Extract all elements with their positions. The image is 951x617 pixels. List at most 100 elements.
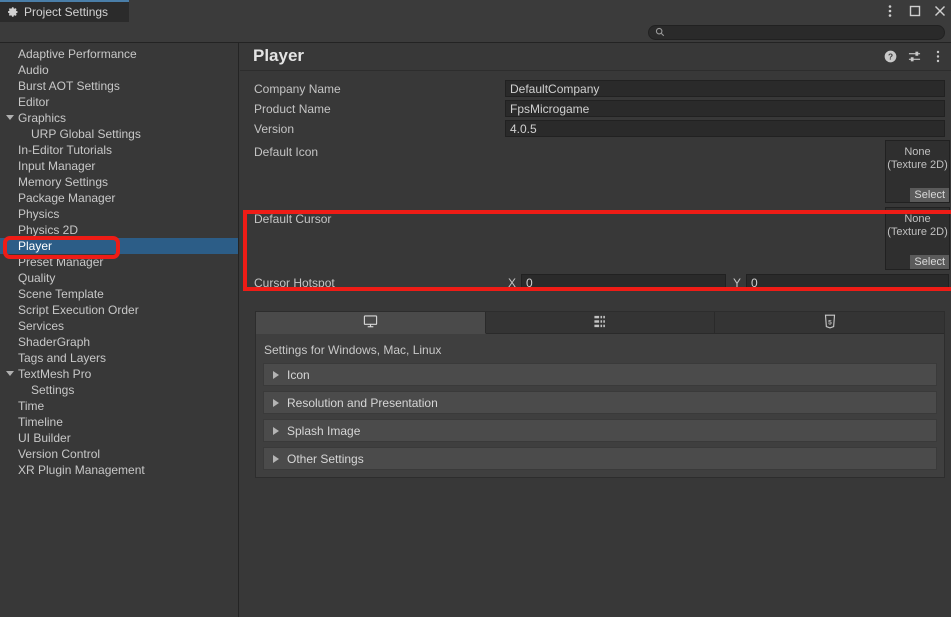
sidebar-item-physics-2d[interactable]: Physics 2D [0, 222, 238, 238]
sidebar-item-version-control[interactable]: Version Control [0, 446, 238, 462]
sidebar-item-label: TextMesh Pro [18, 367, 91, 381]
foldout-resolution-and-presentation[interactable]: Resolution and Presentation [263, 391, 937, 414]
sidebar-item-label: Graphics [18, 111, 66, 125]
sidebar-item-label: Physics 2D [18, 223, 78, 237]
kebab-menu-icon[interactable] [883, 4, 897, 18]
gear-icon [7, 6, 19, 18]
default-cursor-select-button[interactable]: Select [910, 255, 949, 269]
default-cursor-object-field[interactable]: None(Texture 2D)Select [885, 207, 950, 270]
product-name-row: Product Name [240, 99, 951, 119]
platform-tab-strip[interactable]: 5 [256, 312, 944, 334]
sidebar-item-memory-settings[interactable]: Memory Settings [0, 174, 238, 190]
chevron-right-icon[interactable] [273, 427, 279, 435]
sidebar-item-label: XR Plugin Management [18, 463, 145, 477]
foldout-other-settings[interactable]: Other Settings [263, 447, 937, 470]
search-input[interactable] [669, 27, 919, 39]
sidebar-item-input-manager[interactable]: Input Manager [0, 158, 238, 174]
sidebar-item-quality[interactable]: Quality [0, 270, 238, 286]
preset-icon[interactable] [907, 49, 921, 63]
sidebar-item-time[interactable]: Time [0, 398, 238, 414]
hotspot-y-input[interactable] [746, 274, 949, 291]
sidebar-item-label: Quality [18, 271, 55, 285]
sidebar-item-scene-template[interactable]: Scene Template [0, 286, 238, 302]
sidebar-item-audio[interactable]: Audio [0, 62, 238, 78]
chevron-down-icon[interactable] [6, 371, 14, 376]
kebab-menu-icon[interactable] [931, 49, 945, 63]
sidebar-item-label: Player [18, 239, 52, 253]
platform-tab-standalone[interactable] [256, 312, 486, 334]
unity-project-settings-window: Project Settings [0, 0, 951, 617]
sidebar-item-label: Time [18, 399, 44, 413]
sidebar-item-graphics[interactable]: Graphics [0, 110, 238, 126]
sidebar-item-settings[interactable]: Settings [0, 382, 238, 398]
version-row: Version [240, 119, 951, 139]
search-box[interactable] [648, 25, 945, 40]
chevron-right-icon[interactable] [273, 455, 279, 463]
close-icon[interactable] [933, 4, 947, 18]
settings-category-list[interactable]: Adaptive PerformanceAudioBurst AOT Setti… [0, 43, 239, 617]
foldout-icon[interactable]: Icon [263, 363, 937, 386]
sidebar-item-script-execution-order[interactable]: Script Execution Order [0, 302, 238, 318]
product-name-input[interactable] [505, 100, 945, 117]
chevron-right-icon[interactable] [273, 371, 279, 379]
foldout-label: Icon [287, 368, 310, 382]
maximize-icon[interactable] [908, 4, 922, 18]
sidebar-item-adaptive-performance[interactable]: Adaptive Performance [0, 46, 238, 62]
sidebar-item-tags-and-layers[interactable]: Tags and Layers [0, 350, 238, 366]
sidebar-item-urp-global-settings[interactable]: URP Global Settings [0, 126, 238, 142]
sidebar-item-timeline[interactable]: Timeline [0, 414, 238, 430]
sidebar-item-player[interactable]: Player [0, 238, 238, 254]
sidebar-item-package-manager[interactable]: Package Manager [0, 190, 238, 206]
default-icon-value: None(Texture 2D) [886, 146, 949, 172]
panel-header: Player ? [240, 43, 951, 71]
foldout-splash-image[interactable]: Splash Image [263, 419, 937, 442]
search-icon [655, 26, 665, 40]
help-icon[interactable]: ? [883, 49, 897, 63]
title-bar: Project Settings [0, 0, 951, 22]
version-input[interactable] [505, 120, 945, 137]
sidebar-item-textmesh-pro[interactable]: TextMesh Pro [0, 366, 238, 382]
sidebar-item-burst-aot-settings[interactable]: Burst AOT Settings [0, 78, 238, 94]
company-name-input[interactable] [505, 80, 945, 97]
hotspot-x-label: X [508, 276, 516, 290]
platform-tab-dedicated-server[interactable] [486, 312, 716, 334]
default-icon-row: Default IconNone(Texture 2D)Select [240, 139, 951, 206]
foldout-label: Other Settings [287, 452, 364, 466]
svg-text:5: 5 [828, 319, 832, 326]
sidebar-item-preset-manager[interactable]: Preset Manager [0, 254, 238, 270]
chevron-down-icon[interactable] [6, 115, 14, 120]
sidebar-item-ui-builder[interactable]: UI Builder [0, 430, 238, 446]
dedicated-server-icon [593, 314, 608, 332]
sidebar-item-label: Tags and Layers [18, 351, 106, 365]
sidebar-item-label: Physics [18, 207, 59, 221]
window-controls [883, 0, 947, 22]
sidebar-item-label: Memory Settings [18, 175, 108, 189]
sidebar-item-label: URP Global Settings [31, 127, 141, 141]
default-cursor-row: Default CursorNone(Texture 2D)Select [240, 206, 951, 273]
hotspot-x-input[interactable] [521, 274, 726, 291]
sidebar-item-label: Package Manager [18, 191, 115, 205]
company-name-row: Company Name [240, 79, 951, 99]
svg-text:?: ? [887, 51, 892, 61]
tab-label: Project Settings [24, 5, 108, 19]
chevron-right-icon[interactable] [273, 399, 279, 407]
cursor-hotspot-label: Cursor Hotspot [254, 276, 335, 290]
sidebar-item-label: In-Editor Tutorials [18, 143, 112, 157]
panel-header-icons: ? [883, 49, 945, 63]
sidebar-item-label: UI Builder [18, 431, 71, 445]
sidebar-item-services[interactable]: Services [0, 318, 238, 334]
sidebar-item-shadergraph[interactable]: ShaderGraph [0, 334, 238, 350]
page-title: Player [253, 46, 304, 66]
sidebar-item-in-editor-tutorials[interactable]: In-Editor Tutorials [0, 142, 238, 158]
sidebar-item-physics[interactable]: Physics [0, 206, 238, 222]
sidebar-item-label: Editor [18, 95, 49, 109]
product-name-label: Product Name [254, 102, 331, 116]
sidebar-item-xr-plugin-management[interactable]: XR Plugin Management [0, 462, 238, 478]
platform-tab-webgl[interactable]: 5 [715, 312, 944, 334]
default-icon-object-field[interactable]: None(Texture 2D) Select [885, 140, 950, 203]
tab-project-settings[interactable]: Project Settings [0, 0, 129, 22]
sidebar-item-editor[interactable]: Editor [0, 94, 238, 110]
foldout-label: Resolution and Presentation [287, 396, 438, 410]
sidebar-item-label: Preset Manager [18, 255, 103, 269]
default-icon-select-button[interactable]: Select [910, 188, 949, 202]
